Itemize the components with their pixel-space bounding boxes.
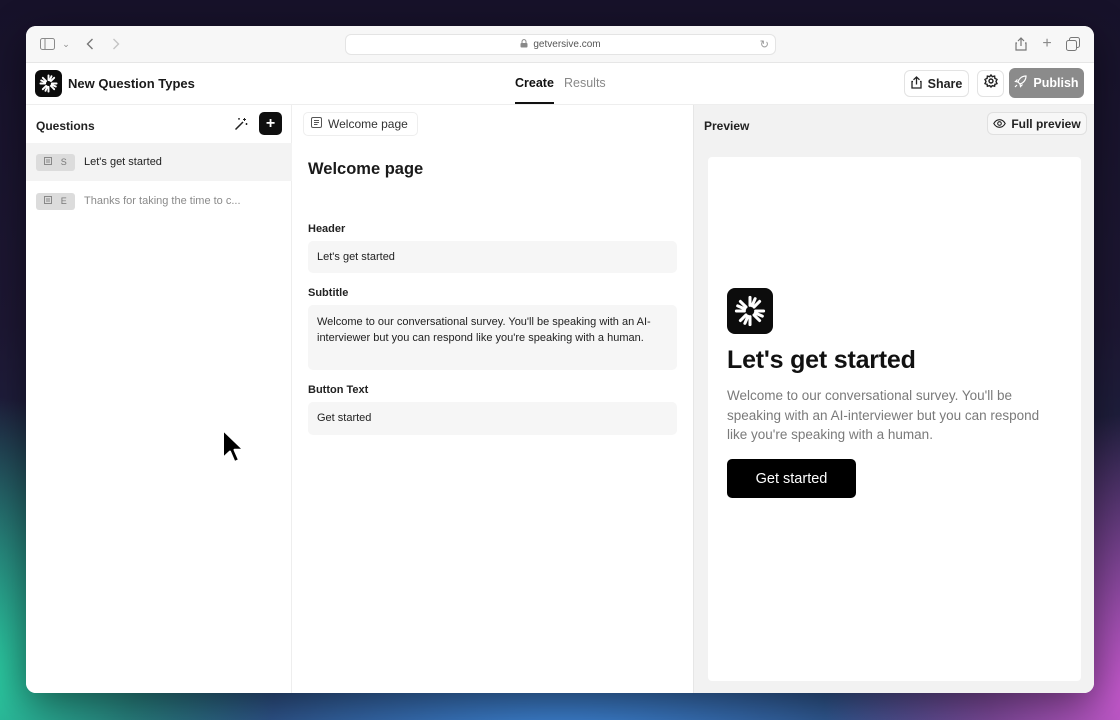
preview-title: Let's get started <box>727 346 916 374</box>
upload-icon <box>910 75 922 92</box>
plus-icon: + <box>265 114 276 132</box>
gear-icon <box>983 73 998 93</box>
app-header: New Question Types Create Results Share <box>26 63 1094 105</box>
chip-label: Welcome page <box>328 117 408 131</box>
question-list-item[interactable]: E Thanks for taking the time to c... <box>26 182 292 220</box>
forward-arrow-icon[interactable] <box>108 36 124 52</box>
subtitle-textarea[interactable]: Welcome to our conversational survey. Yo… <box>308 305 677 370</box>
preview-panel: Preview Full preview Let's get started W… <box>693 105 1094 693</box>
header-input[interactable]: Let's get started <box>308 241 677 273</box>
full-preview-button[interactable]: Full preview <box>987 112 1087 135</box>
publish-label: Publish <box>1033 76 1079 90</box>
preview-card: Let's get started Welcome to our convers… <box>708 157 1081 681</box>
text-block-icon <box>44 157 53 167</box>
eye-icon <box>993 117 1007 131</box>
header-field-label: Header <box>308 223 346 235</box>
share-icon[interactable] <box>1013 36 1029 52</box>
reload-icon[interactable]: ↻ <box>760 38 769 51</box>
sidebar-toggle-icon[interactable] <box>39 36 55 52</box>
questions-panel: Questions + S Let's get started E Thanks… <box>26 105 292 693</box>
button-text-field-label: Button Text <box>308 384 369 396</box>
address-bar[interactable]: getversive.com ↻ <box>345 34 776 55</box>
share-button[interactable]: Share <box>904 70 969 97</box>
chevron-down-icon[interactable]: ⌄ <box>58 36 74 52</box>
lock-icon <box>520 38 528 51</box>
text-block-icon <box>311 117 322 131</box>
browser-toolbar: ⌄ getversive.com ↻ + <box>26 26 1094 63</box>
share-label: Share <box>927 76 963 91</box>
browser-window: ⌄ getversive.com ↻ + New Question Types … <box>26 26 1094 693</box>
add-question-button[interactable]: + <box>259 112 282 135</box>
publish-button[interactable]: Publish <box>1009 68 1084 98</box>
question-label: Thanks for taking the time to c... <box>84 195 241 207</box>
preview-heading: Preview <box>704 119 750 133</box>
tab-overview-icon[interactable] <box>1065 36 1081 52</box>
tab-create[interactable]: Create <box>515 76 554 104</box>
url-text: getversive.com <box>533 39 601 50</box>
questions-heading: Questions <box>36 119 95 133</box>
text-block-icon <box>44 196 53 206</box>
get-started-button[interactable]: Get started <box>727 459 856 498</box>
logo-icon[interactable] <box>35 70 62 97</box>
logo-icon <box>727 288 773 334</box>
question-label: Let's get started <box>84 156 162 168</box>
button-text-input[interactable]: Get started <box>308 402 677 435</box>
question-type-letter: E <box>60 196 67 206</box>
welcome-page-chip[interactable]: Welcome page <box>303 112 418 136</box>
question-list-item[interactable]: S Let's get started <box>26 143 292 181</box>
question-type-badge: S <box>36 153 75 171</box>
editor-panel: Welcome page Welcome page Header Let's g… <box>293 105 693 693</box>
question-type-letter: S <box>60 157 67 167</box>
app-title: New Question Types <box>68 76 195 91</box>
full-preview-label: Full preview <box>1011 116 1081 131</box>
question-type-badge: E <box>36 192 75 210</box>
mouse-cursor-icon <box>221 428 249 466</box>
magic-wand-icon[interactable] <box>232 115 250 133</box>
preview-subtitle: Welcome to our conversational survey. Yo… <box>727 388 1040 442</box>
rocket-icon <box>1014 75 1028 91</box>
new-tab-icon[interactable]: + <box>1039 35 1055 52</box>
subtitle-field-label: Subtitle <box>308 287 349 299</box>
section-title: Welcome page <box>308 160 424 178</box>
back-arrow-icon[interactable] <box>82 36 98 52</box>
tab-results[interactable]: Results <box>564 76 606 90</box>
settings-button[interactable] <box>977 70 1004 97</box>
